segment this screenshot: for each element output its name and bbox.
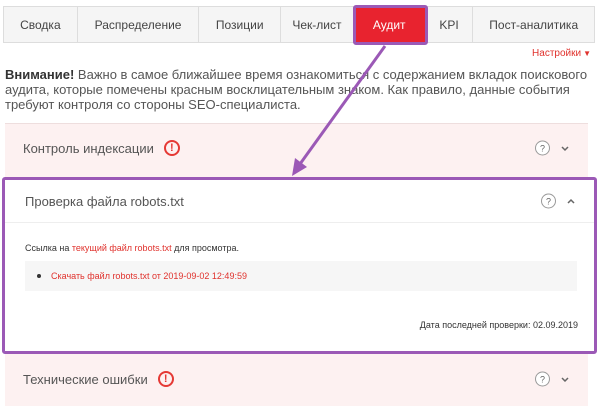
chevron-down-icon[interactable] xyxy=(560,374,570,384)
accordion-robots[interactable]: Проверка файла robots.txt ? xyxy=(5,180,594,223)
accordion-title: Контроль индексации xyxy=(23,140,154,156)
bullet-icon xyxy=(37,274,41,278)
alert-icon: ! xyxy=(163,140,180,156)
notice-text: Внимание! Важно в самое ближайшее время … xyxy=(5,67,590,112)
robots-intro-suffix: для просмотра. xyxy=(171,243,239,253)
tab-audit[interactable]: Аудит xyxy=(353,7,426,42)
current-robots-link[interactable]: текущий файл robots.txt xyxy=(72,243,172,253)
accordion-tech-errors[interactable]: Технические ошибки ! ? xyxy=(5,358,588,400)
help-icon[interactable]: ? xyxy=(541,193,556,209)
chevron-down-icon[interactable] xyxy=(560,143,570,153)
robots-panel: Проверка файла robots.txt ? Ссылка на те… xyxy=(2,177,597,354)
tab-bar: Сводка Распределение Позиции Чек-лист Ау… xyxy=(3,6,595,43)
alert-icon: ! xyxy=(157,371,174,387)
notice-body: Важно в самое ближайшее время ознакомить… xyxy=(5,67,588,112)
help-icon[interactable]: ? xyxy=(535,140,550,156)
settings-link[interactable]: Настройки ▼ xyxy=(532,48,591,59)
settings-label: Настройки xyxy=(532,48,582,59)
robots-file-list: Скачать файл robots.txt от 2019-09-02 12… xyxy=(25,261,577,291)
accordion-title: Проверка файла robots.txt xyxy=(25,193,184,209)
robots-intro-prefix: Ссылка на xyxy=(25,243,72,253)
tab-checklist[interactable]: Чек-лист xyxy=(281,7,354,42)
robots-intro: Ссылка на текущий файл robots.txt для пр… xyxy=(25,243,239,253)
help-icon[interactable]: ? xyxy=(535,371,550,387)
chevron-down-icon: ▼ xyxy=(583,49,591,58)
accordion-title: Технические ошибки xyxy=(23,371,148,387)
last-check-date: Дата последней проверки: 02.09.2019 xyxy=(419,320,578,330)
tab-post-analytics[interactable]: Пост-аналитика xyxy=(473,7,594,42)
tab-raspredelenie[interactable]: Распределение xyxy=(78,7,200,42)
download-robots-link[interactable]: Скачать файл robots.txt от 2019-09-02 12… xyxy=(51,271,247,281)
chevron-up-icon[interactable] xyxy=(566,196,576,206)
tab-pozitsii[interactable]: Позиции xyxy=(199,7,282,42)
tab-kpi[interactable]: KPI xyxy=(426,7,474,42)
notice-strong: Внимание! xyxy=(5,67,75,82)
tab-svodka[interactable]: Сводка xyxy=(4,7,78,42)
accordion-indexing[interactable]: Контроль индексации ! ? xyxy=(5,127,588,169)
